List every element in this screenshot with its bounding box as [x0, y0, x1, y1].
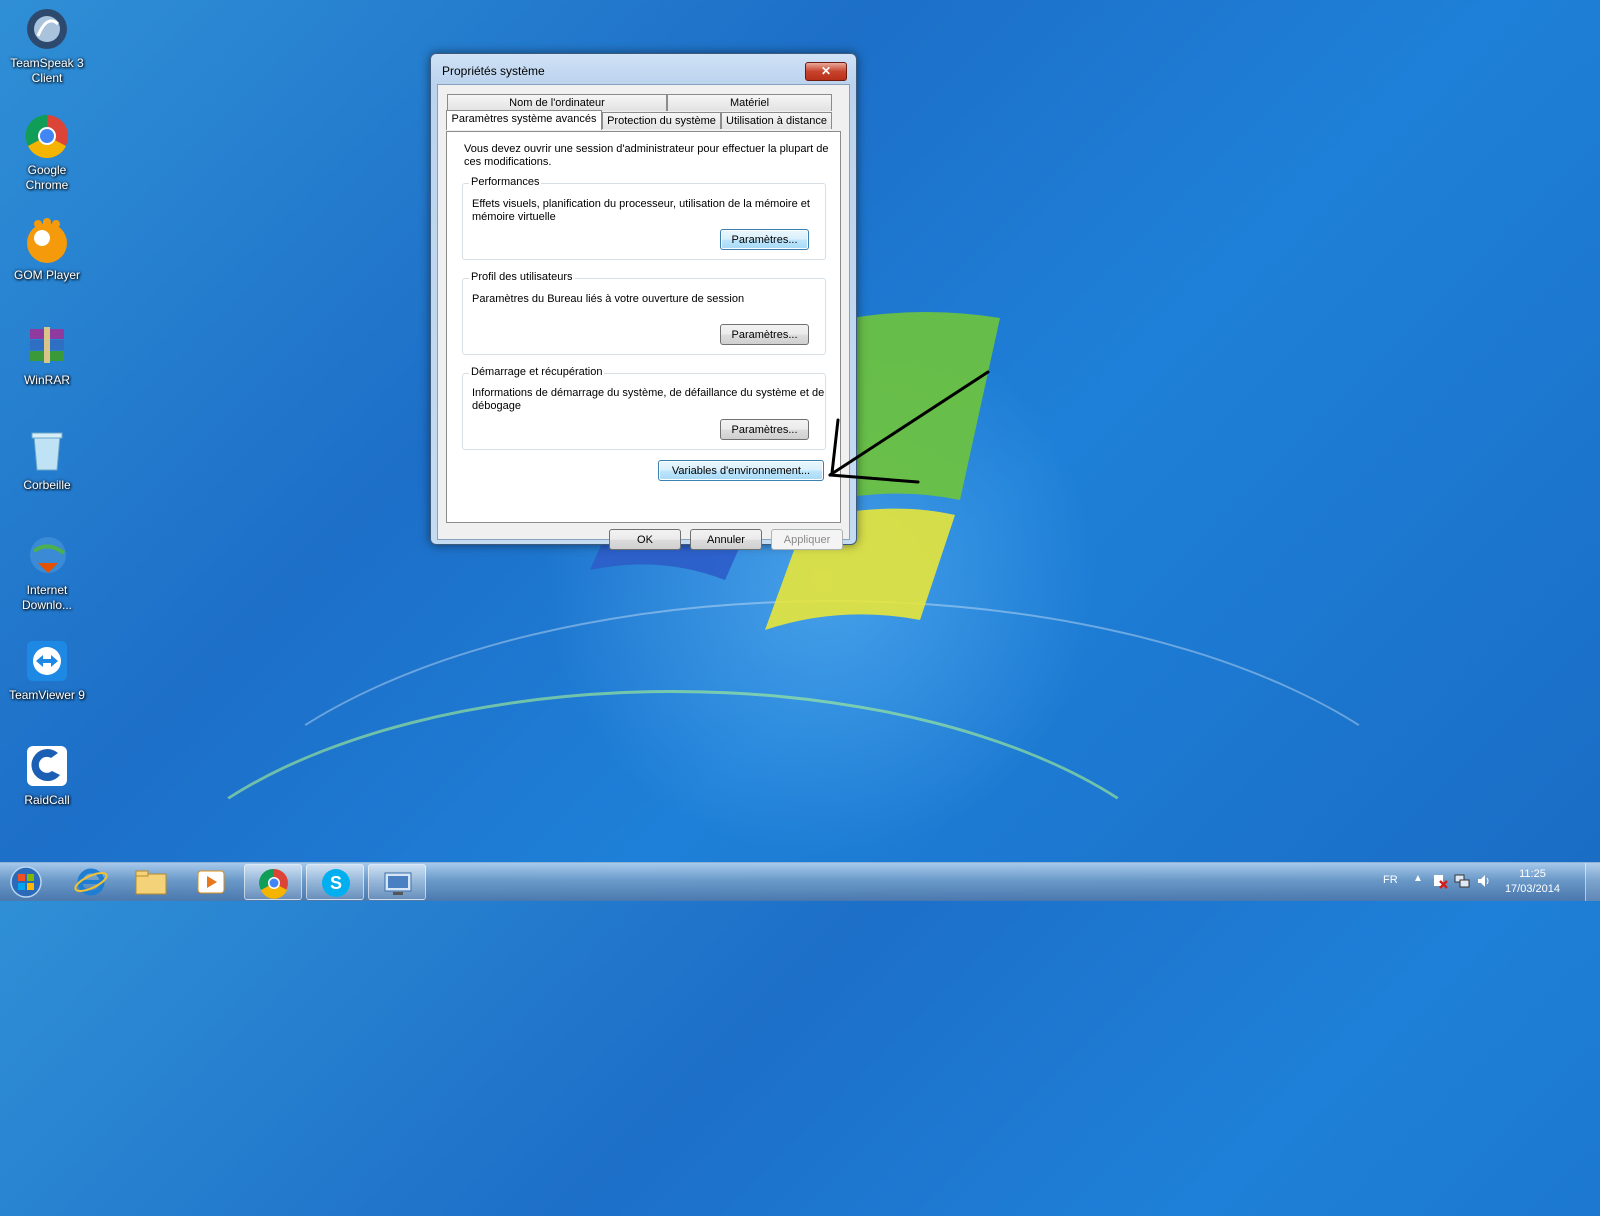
taskbar-chrome[interactable] [244, 864, 302, 900]
taskbar: S FR ▲ 11:25 17/03/2014 [0, 862, 1600, 901]
close-button[interactable]: ✕ [805, 62, 847, 81]
group-user-profiles: Profil des utilisateurs Paramètres du Bu… [462, 271, 826, 355]
system-properties-dialog: Propriétés système ✕ Nom de l'ordinateur… [430, 53, 857, 550]
group-performance-legend: Performances [469, 176, 542, 188]
group-performance: Performances Effets visuels, planificati… [462, 176, 826, 260]
apply-button[interactable]: Appliquer [771, 529, 843, 550]
desktop-icon-raidcall[interactable]: RaidCall [6, 743, 88, 808]
media-player-icon [197, 870, 225, 894]
action-center-icon[interactable] [1432, 873, 1448, 889]
desktop-icon-label: WinRAR [23, 373, 70, 387]
desktop-icon-label: Corbeille [23, 478, 71, 492]
chrome-icon [24, 113, 70, 159]
skype-icon: S [322, 869, 350, 897]
profiles-settings-button[interactable]: Paramètres... [720, 324, 809, 345]
startup-desc-line2: débogage [472, 400, 521, 412]
tab-computer-name[interactable]: Nom de l'ordinateur [447, 94, 667, 111]
desktop-icon-recycle-bin[interactable]: Corbeille [6, 428, 88, 493]
network-icon[interactable] [1454, 873, 1470, 889]
show-hidden-icons-icon[interactable]: ▲ [1413, 873, 1423, 884]
explorer-folder-icon [135, 870, 167, 895]
internet-explorer-icon [74, 868, 108, 896]
show-desktop-button[interactable] [1585, 863, 1600, 901]
gom-player-icon [24, 218, 70, 264]
taskbar-internet-explorer[interactable] [62, 864, 120, 900]
teamspeak-icon [24, 6, 70, 52]
clock-date: 17/03/2014 [1504, 883, 1560, 895]
group-startup-legend: Démarrage et récupération [469, 366, 605, 378]
desktop-icon-teamspeak[interactable]: TeamSpeak 3 Client [6, 6, 88, 86]
volume-icon[interactable] [1476, 873, 1492, 889]
taskbar-media-player[interactable] [182, 864, 240, 900]
svg-text:S: S [330, 873, 342, 893]
desktop-icon-label: RaidCall [24, 793, 70, 807]
internet-download-manager-icon [24, 533, 70, 579]
desktop-icon-gom-player[interactable]: GOM Player [6, 218, 88, 283]
desktop-icon-label: Google Chrome [25, 163, 69, 192]
dialog-title: Propriétés système [442, 64, 545, 78]
group-profiles-legend: Profil des utilisateurs [469, 271, 575, 283]
start-button[interactable] [0, 864, 52, 900]
startup-settings-button[interactable]: Paramètres... [720, 419, 809, 440]
cancel-button[interactable]: Annuler [690, 529, 762, 550]
language-indicator[interactable]: FR [1383, 874, 1398, 886]
environment-variables-button[interactable]: Variables d'environnement... [658, 460, 824, 481]
desktop-icon-internet-download[interactable]: Internet Downlo... [6, 533, 88, 613]
performance-desc-line1: Effets visuels, planification du process… [472, 198, 810, 210]
taskbar-system-properties[interactable] [368, 864, 426, 900]
desktop-icon-label: GOM Player [13, 268, 80, 282]
annotation-arrow [828, 370, 990, 484]
admin-note-line1: Vous devez ouvrir une session d'administ… [464, 143, 829, 155]
desktop-icon-label: TeamViewer 9 [9, 688, 85, 702]
tab-remote[interactable]: Utilisation à distance [721, 112, 832, 129]
wallpaper-swoosh-2 [180, 600, 1484, 1204]
tab-panel-advanced: Vous devez ouvrir une session d'administ… [446, 131, 841, 523]
system-properties-icon [384, 872, 412, 895]
clock[interactable]: 11:25 17/03/2014 [1505, 867, 1560, 897]
taskbar-skype[interactable]: S [306, 864, 364, 900]
startup-desc-line1: Informations de démarrage du système, de… [472, 387, 825, 399]
profiles-desc-line1: Paramètres du Bureau liés à votre ouvert… [472, 293, 745, 305]
raidcall-icon [24, 743, 70, 789]
tab-system-protection[interactable]: Protection du système [602, 112, 721, 129]
recycle-bin-icon [24, 428, 70, 474]
group-startup-recovery: Démarrage et récupération Informations d… [462, 366, 826, 450]
winrar-icon [24, 323, 70, 369]
tab-advanced-settings[interactable]: Paramètres système avancés [446, 110, 602, 130]
desktop-icon-winrar[interactable]: WinRAR [6, 323, 88, 388]
performance-desc-line2: mémoire virtuelle [472, 211, 556, 223]
desktop-icon-label: TeamSpeak 3 [10, 56, 84, 70]
performance-settings-button[interactable]: Paramètres... [720, 229, 809, 250]
chrome-icon [259, 868, 288, 899]
tab-hardware[interactable]: Matériel [667, 94, 832, 111]
desktop-icon-teamviewer[interactable]: TeamViewer 9 [6, 638, 88, 703]
windows-orb-icon [10, 866, 42, 898]
clock-time: 11:25 [1519, 868, 1546, 880]
desktop-icon-label: Internet [26, 583, 68, 597]
desktop-icon-chrome[interactable]: Google Chrome [6, 113, 88, 193]
desktop-icon-label: Client [31, 71, 63, 85]
taskbar-explorer[interactable] [122, 864, 180, 900]
desktop-icon-label: Downlo... [21, 598, 73, 612]
ok-button[interactable]: OK [609, 529, 681, 550]
teamviewer-icon [24, 638, 70, 684]
admin-note-line2: ces modifications. [464, 156, 552, 168]
dialog-body: Nom de l'ordinateur Matériel Paramètres … [437, 84, 850, 550]
